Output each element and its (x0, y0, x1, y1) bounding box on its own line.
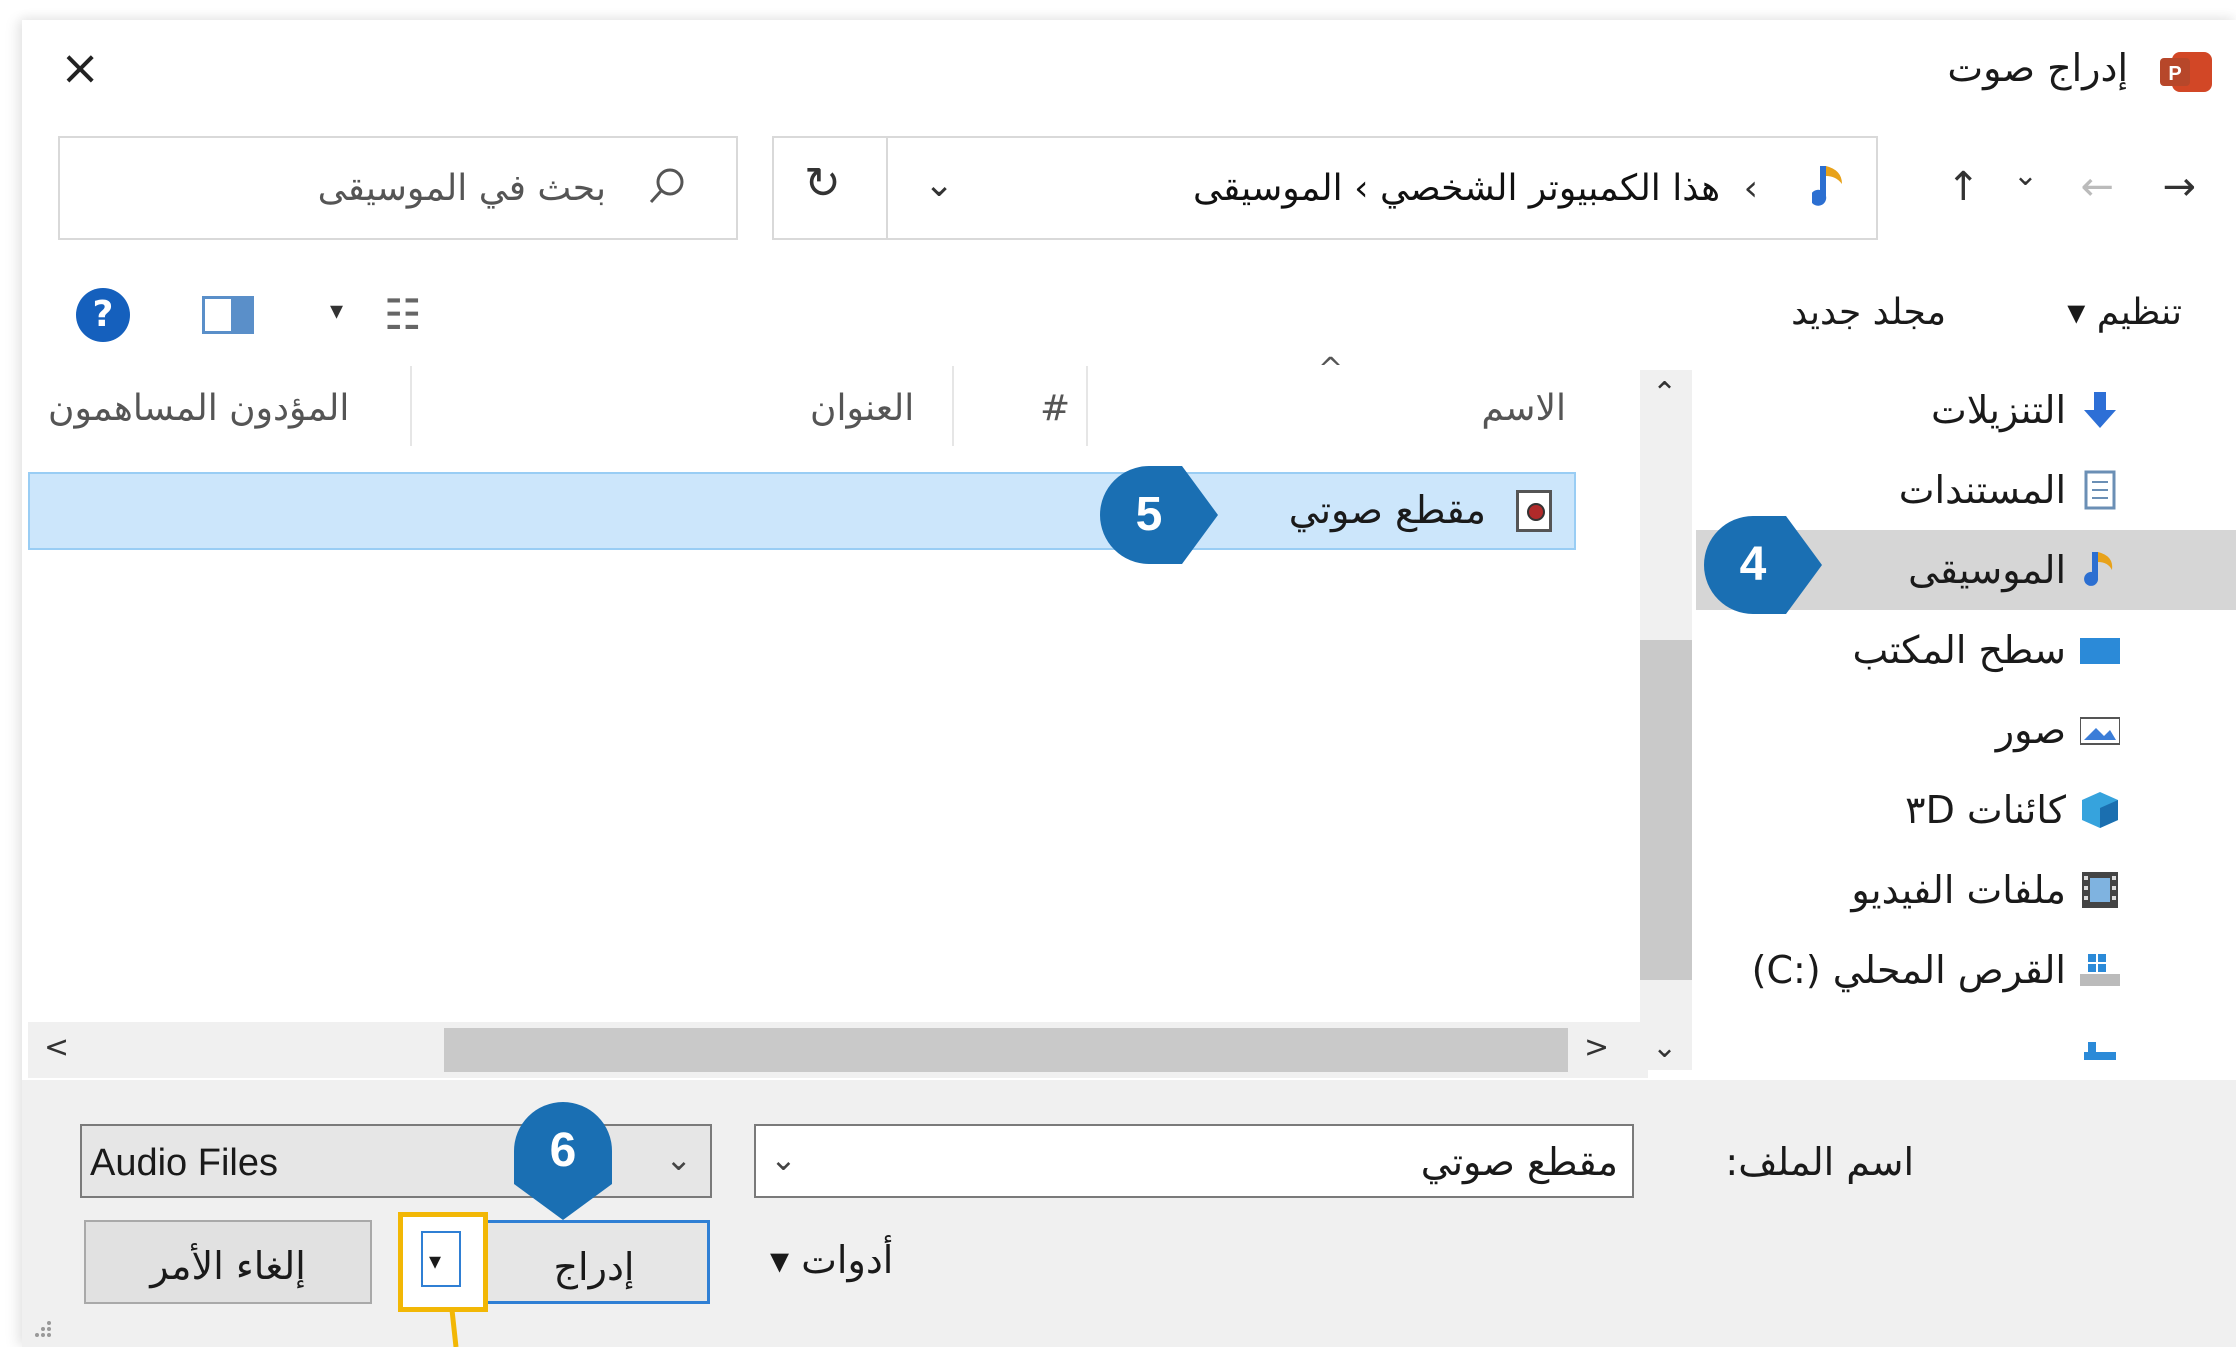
scroll-left-icon[interactable]: < (44, 1030, 69, 1065)
step-5-callout: 5 (1100, 466, 1218, 564)
nav-item-label: القرص المحلي (:C) (1751, 948, 2066, 992)
video-icon (2080, 870, 2120, 910)
close-icon[interactable]: × (60, 44, 100, 92)
up-icon[interactable]: ↑ (1946, 164, 1980, 210)
audio-file-icon (1516, 490, 1552, 532)
nav-item-3d-objects[interactable]: كائنات ٣D (1696, 770, 2236, 850)
address-separator: › (1743, 168, 1758, 209)
column-header-contributing-artists[interactable]: المؤدون المساهمون (48, 388, 349, 429)
dropdown-arrow-icon: ▾ (429, 1247, 442, 1275)
nav-item-label: سطح المكتب (1852, 628, 2067, 672)
recent-locations-icon[interactable]: ⌄ (2013, 158, 2038, 193)
refresh-button[interactable]: ↻ (774, 138, 888, 238)
nav-item-label: الموسيقى (1908, 548, 2066, 592)
nav-item-label: المستندات (1898, 468, 2066, 512)
column-header-name[interactable]: الاسم (1481, 388, 1566, 429)
address-path: › هذا الكمبيوتر الشخصي › الموسيقى (1193, 168, 1758, 209)
help-icon[interactable]: ? (76, 288, 130, 342)
file-list-row[interactable]: مقطع صوتي (28, 472, 1576, 550)
preview-pane-icon[interactable] (202, 296, 254, 334)
forward-icon[interactable]: ← (2080, 164, 2114, 210)
file-type-select[interactable]: Audio Files ⌄ (80, 1124, 712, 1198)
nav-item-downloads[interactable]: التنزيلات (1696, 370, 2236, 450)
new-folder-button[interactable]: مجلد جديد (1791, 292, 1946, 333)
nav-item-partial[interactable] (1696, 1010, 2236, 1086)
chevron-down-icon[interactable]: ⌄ (770, 1140, 797, 1178)
nav-item-label: ملفات الفيديو (1851, 868, 2066, 912)
step-5-number: 5 (1135, 488, 1163, 541)
search-input[interactable]: بحث في الموسيقى (318, 168, 606, 209)
step-4-callout: 4 (1704, 516, 1822, 614)
powerpoint-icon: P (2158, 50, 2214, 94)
insert-button[interactable]: إدراج (478, 1220, 710, 1304)
callout-leader-line (449, 1310, 459, 1347)
view-options-dropdown-icon[interactable]: ▾ (330, 296, 343, 326)
music-note-icon (1810, 162, 1848, 216)
nav-item-label: صور (1995, 708, 2066, 752)
nav-item-local-disk[interactable]: القرص المحلي (:C) (1696, 930, 2236, 1010)
scroll-right-icon[interactable]: > (1584, 1030, 1609, 1065)
bottom-panel (22, 1080, 2236, 1347)
resize-grip-icon[interactable] (34, 1320, 52, 1338)
address-bar[interactable]: ↻ ⌄ › هذا الكمبيوتر الشخصي › الموسيقى (772, 136, 1878, 240)
tools-menu[interactable]: أدوات ▾ (770, 1238, 893, 1282)
file-name: مقطع صوتي (1288, 488, 1486, 532)
dialog-title: إدراج صوت (1947, 46, 2128, 90)
scrollbar-thumb[interactable] (1640, 640, 1692, 980)
drive-icon (2080, 950, 2120, 990)
refresh-icon: ↻ (804, 158, 841, 209)
cancel-button-label: إلغاء الأمر (150, 1244, 306, 1288)
file-type-value: Audio Files (90, 1142, 278, 1184)
view-options-icon[interactable]: ☷ (384, 290, 422, 339)
search-box[interactable]: بحث في الموسيقى (58, 136, 738, 240)
scrollbar-thumb[interactable] (444, 1028, 1568, 1072)
column-divider[interactable] (952, 366, 954, 446)
step-4-number: 4 (1739, 538, 1767, 591)
file-name-field[interactable]: مقطع صوتي ⌄ (754, 1124, 1634, 1198)
step-6-callout: 6 (514, 1102, 612, 1220)
nav-item-label: التنزيلات (1930, 388, 2066, 432)
horizontal-scrollbar[interactable] (28, 1022, 1648, 1078)
back-icon[interactable]: → (2162, 164, 2196, 210)
navigation-pane-scrollbar[interactable] (1640, 370, 1692, 1070)
column-header-title[interactable]: العنوان (810, 388, 914, 429)
search-icon (646, 164, 690, 212)
navigation-pane: التنزيلات المستندات الموسيقى سطح المكتب … (1696, 366, 2236, 1086)
svg-text:P: P (2168, 63, 2181, 85)
nav-item-desktop[interactable]: سطح المكتب (1696, 610, 2236, 690)
insert-options-highlight: ▾ (398, 1212, 488, 1312)
network-icon (2080, 1030, 2120, 1070)
music-icon (2080, 550, 2120, 590)
scroll-down-icon[interactable]: ⌄ (1652, 1030, 1677, 1065)
download-icon (2080, 390, 2120, 430)
chevron-down-icon[interactable]: ⌄ (665, 1140, 692, 1178)
insert-button-label: إدراج (553, 1245, 635, 1289)
column-divider[interactable] (1086, 366, 1088, 446)
pictures-icon (2079, 710, 2121, 750)
nav-item-label: كائنات ٣D (1905, 788, 2066, 832)
file-name-label: اسم الملف: (1725, 1140, 1914, 1184)
column-header-number[interactable]: # (1040, 388, 1070, 429)
scroll-up-icon[interactable]: ⌃ (1652, 376, 1677, 411)
insert-options-dropdown[interactable]: ▾ (421, 1231, 461, 1287)
cancel-button[interactable]: إلغاء الأمر (84, 1220, 372, 1304)
sort-ascending-icon: ^ (1318, 352, 1344, 387)
address-dropdown-icon[interactable]: ⌄ (924, 164, 954, 205)
3d-objects-icon (2080, 790, 2120, 830)
organize-menu[interactable]: تنظيم ▾ (2067, 292, 2182, 333)
nav-item-pictures[interactable]: صور (1696, 690, 2236, 770)
nav-item-videos[interactable]: ملفات الفيديو (1696, 850, 2236, 930)
column-divider[interactable] (410, 366, 412, 446)
desktop-icon (2080, 630, 2120, 670)
step-6-number: 6 (549, 1124, 577, 1177)
documents-icon (2080, 470, 2120, 510)
file-name-value[interactable]: مقطع صوتي (1421, 1140, 1618, 1184)
address-path-text: هذا الكمبيوتر الشخصي › الموسيقى (1193, 168, 1721, 209)
